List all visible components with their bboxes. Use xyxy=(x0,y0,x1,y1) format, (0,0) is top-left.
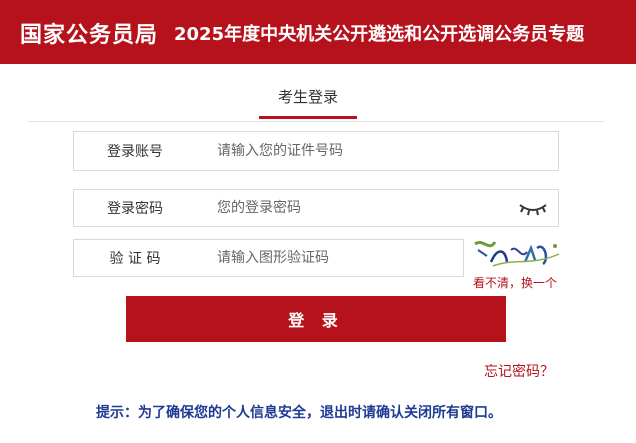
captcha-input[interactable] xyxy=(217,240,453,276)
password-input[interactable] xyxy=(217,190,508,226)
org-name: 国家公务员局 xyxy=(20,23,159,48)
captcha-image[interactable] xyxy=(473,236,561,270)
login-button[interactable]: 登 录 xyxy=(126,296,506,342)
header-bar: 国家公务员局 2025年度中央机关公开遴选和公开选调公务员专题 xyxy=(0,0,636,64)
account-label: 登录账号 xyxy=(107,144,163,160)
captcha-refresh-link[interactable]: 看不清，换一个 xyxy=(473,274,557,291)
password-label: 登录密码 xyxy=(107,201,163,217)
password-field: 登录密码 xyxy=(73,189,559,227)
account-field: 登录账号 xyxy=(73,131,559,171)
account-input[interactable] xyxy=(217,132,548,170)
captcha-field: 验 证 码 xyxy=(73,239,464,277)
tab-candidate-login[interactable]: 考生登录 xyxy=(259,86,357,118)
eye-closed-icon[interactable] xyxy=(518,201,548,217)
tab-active-underline xyxy=(259,116,357,119)
security-tip: 提示：为了确保您的个人信息安全，退出时请确认关闭所有窗口。 xyxy=(96,405,502,421)
captcha-label: 验 证 码 xyxy=(109,251,161,267)
forgot-password-link[interactable]: 忘记密码？ xyxy=(484,361,554,381)
tab-divider xyxy=(28,121,604,122)
page-title: 2025年度中央机关公开遴选和公开选调公务员专题 xyxy=(174,24,585,45)
